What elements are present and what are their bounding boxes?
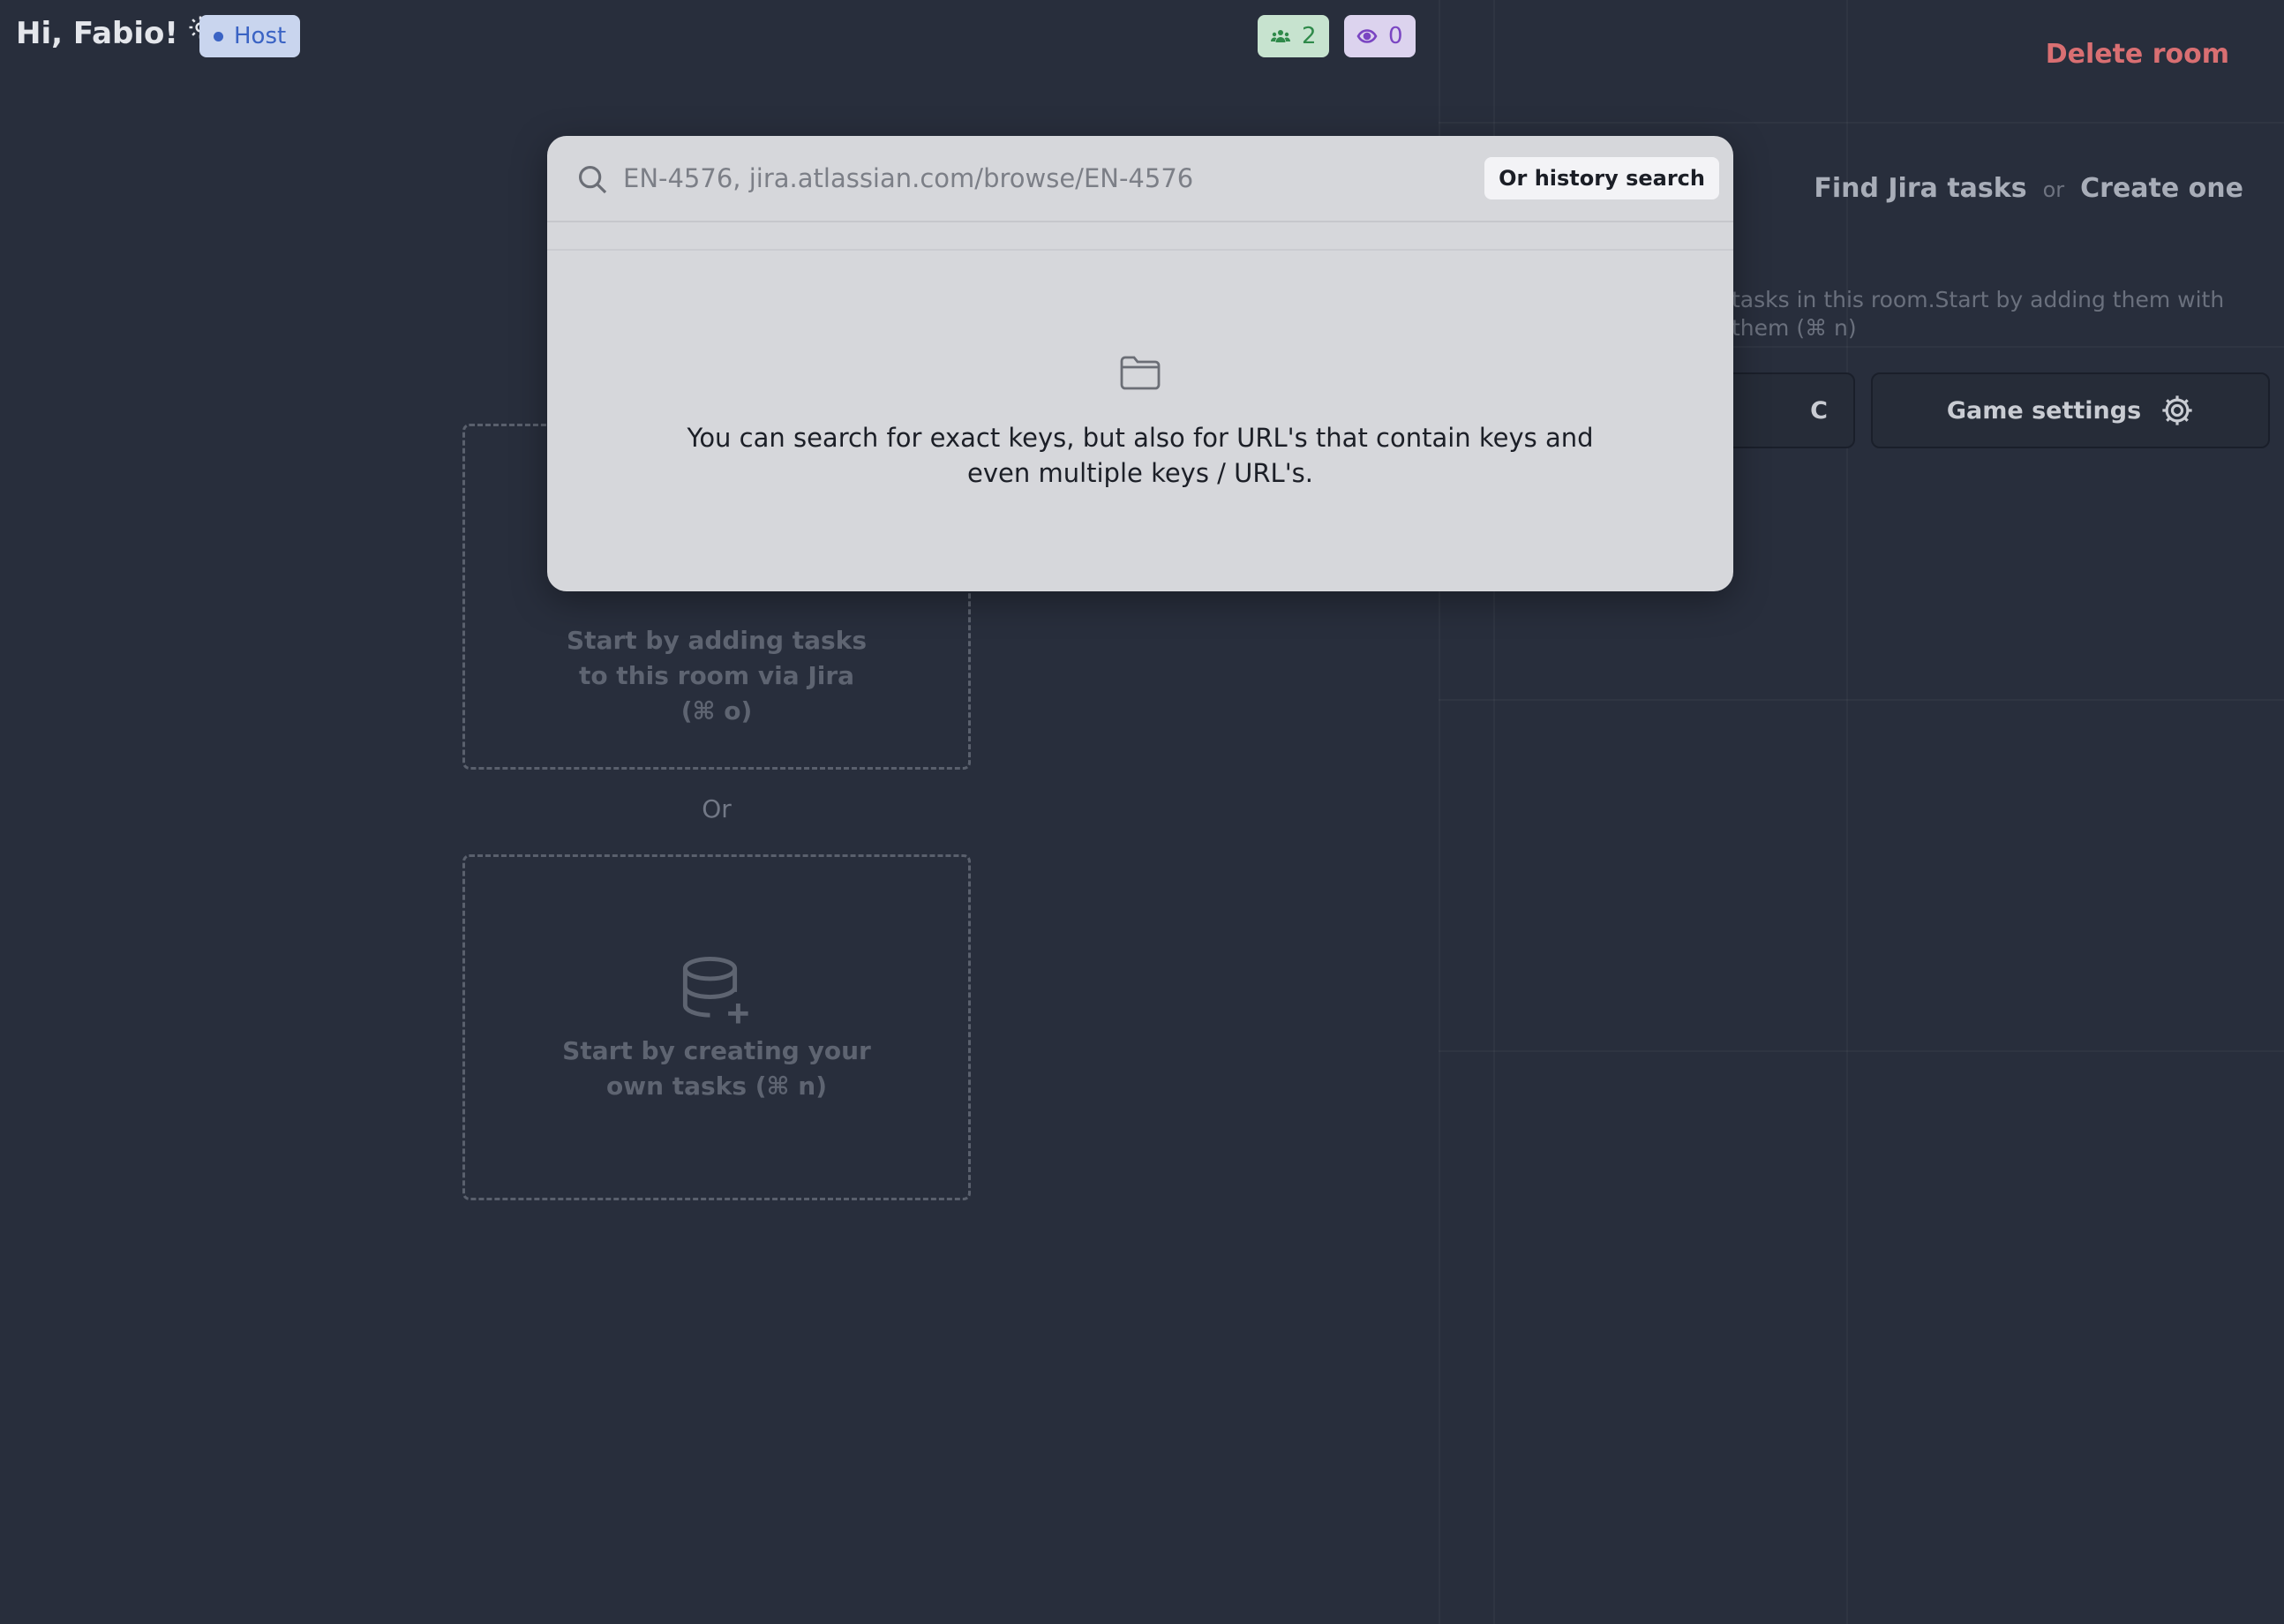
add-jira-tasks-text: Start by adding tasks to this room via J… bbox=[567, 626, 867, 726]
cards-or-separator: Or bbox=[702, 794, 732, 823]
find-jira-tasks-link[interactable]: Find Jira tasks bbox=[1814, 173, 2026, 204]
spectators-count-badge[interactable]: 0 bbox=[1344, 15, 1416, 57]
delete-room-button[interactable]: Delete room bbox=[2046, 39, 2229, 70]
create-own-tasks-card[interactable]: Start by creating your own tasks (⌘ n) bbox=[462, 854, 971, 1200]
search-help-text: You can search for exact keys, but also … bbox=[687, 423, 1594, 488]
eye-icon bbox=[1356, 29, 1378, 43]
jira-search-input[interactable] bbox=[621, 155, 1507, 201]
grid-line bbox=[1439, 1050, 2284, 1052]
game-settings-button[interactable]: Game settings bbox=[1871, 372, 2270, 448]
host-badge-label: Host bbox=[234, 23, 287, 49]
host-badge: Host bbox=[199, 15, 301, 57]
grid-line bbox=[1439, 122, 2284, 124]
search-empty-state: You can search for exact keys, but also … bbox=[547, 251, 1733, 491]
user-greeting: Hi, Fabio! bbox=[16, 16, 214, 51]
create-one-link[interactable]: Create one bbox=[2080, 173, 2243, 204]
folder-icon bbox=[1119, 353, 1161, 395]
users-icon bbox=[1271, 30, 1290, 42]
host-dot-icon bbox=[214, 31, 223, 41]
search-icon bbox=[578, 165, 607, 194]
task-source-links: Find Jira tasks or Create one bbox=[1814, 173, 2243, 204]
game-settings-label: Game settings bbox=[1946, 396, 2142, 425]
grid-line bbox=[1439, 699, 2284, 701]
search-bar: Or history search bbox=[547, 136, 1733, 222]
partially-hidden-button-label: C bbox=[1810, 396, 1828, 425]
participants-count: 2 bbox=[1302, 23, 1317, 49]
gear-icon bbox=[2162, 395, 2192, 425]
or-separator: or bbox=[2042, 177, 2065, 202]
grid-line bbox=[1846, 0, 1848, 1624]
spectators-count: 0 bbox=[1388, 23, 1403, 49]
participants-count-badge[interactable]: 2 bbox=[1258, 15, 1329, 57]
history-search-button[interactable]: Or history search bbox=[1484, 157, 1719, 199]
no-tasks-hint: tasks in this room.Start by adding them … bbox=[1732, 287, 2225, 341]
greeting-text: Hi, Fabio! bbox=[16, 16, 178, 51]
create-own-tasks-text: Start by creating your own tasks (⌘ n) bbox=[562, 1036, 871, 1101]
jira-search-modal: Or history search You can search for exa… bbox=[547, 136, 1733, 591]
database-plus-icon bbox=[677, 951, 756, 1034]
